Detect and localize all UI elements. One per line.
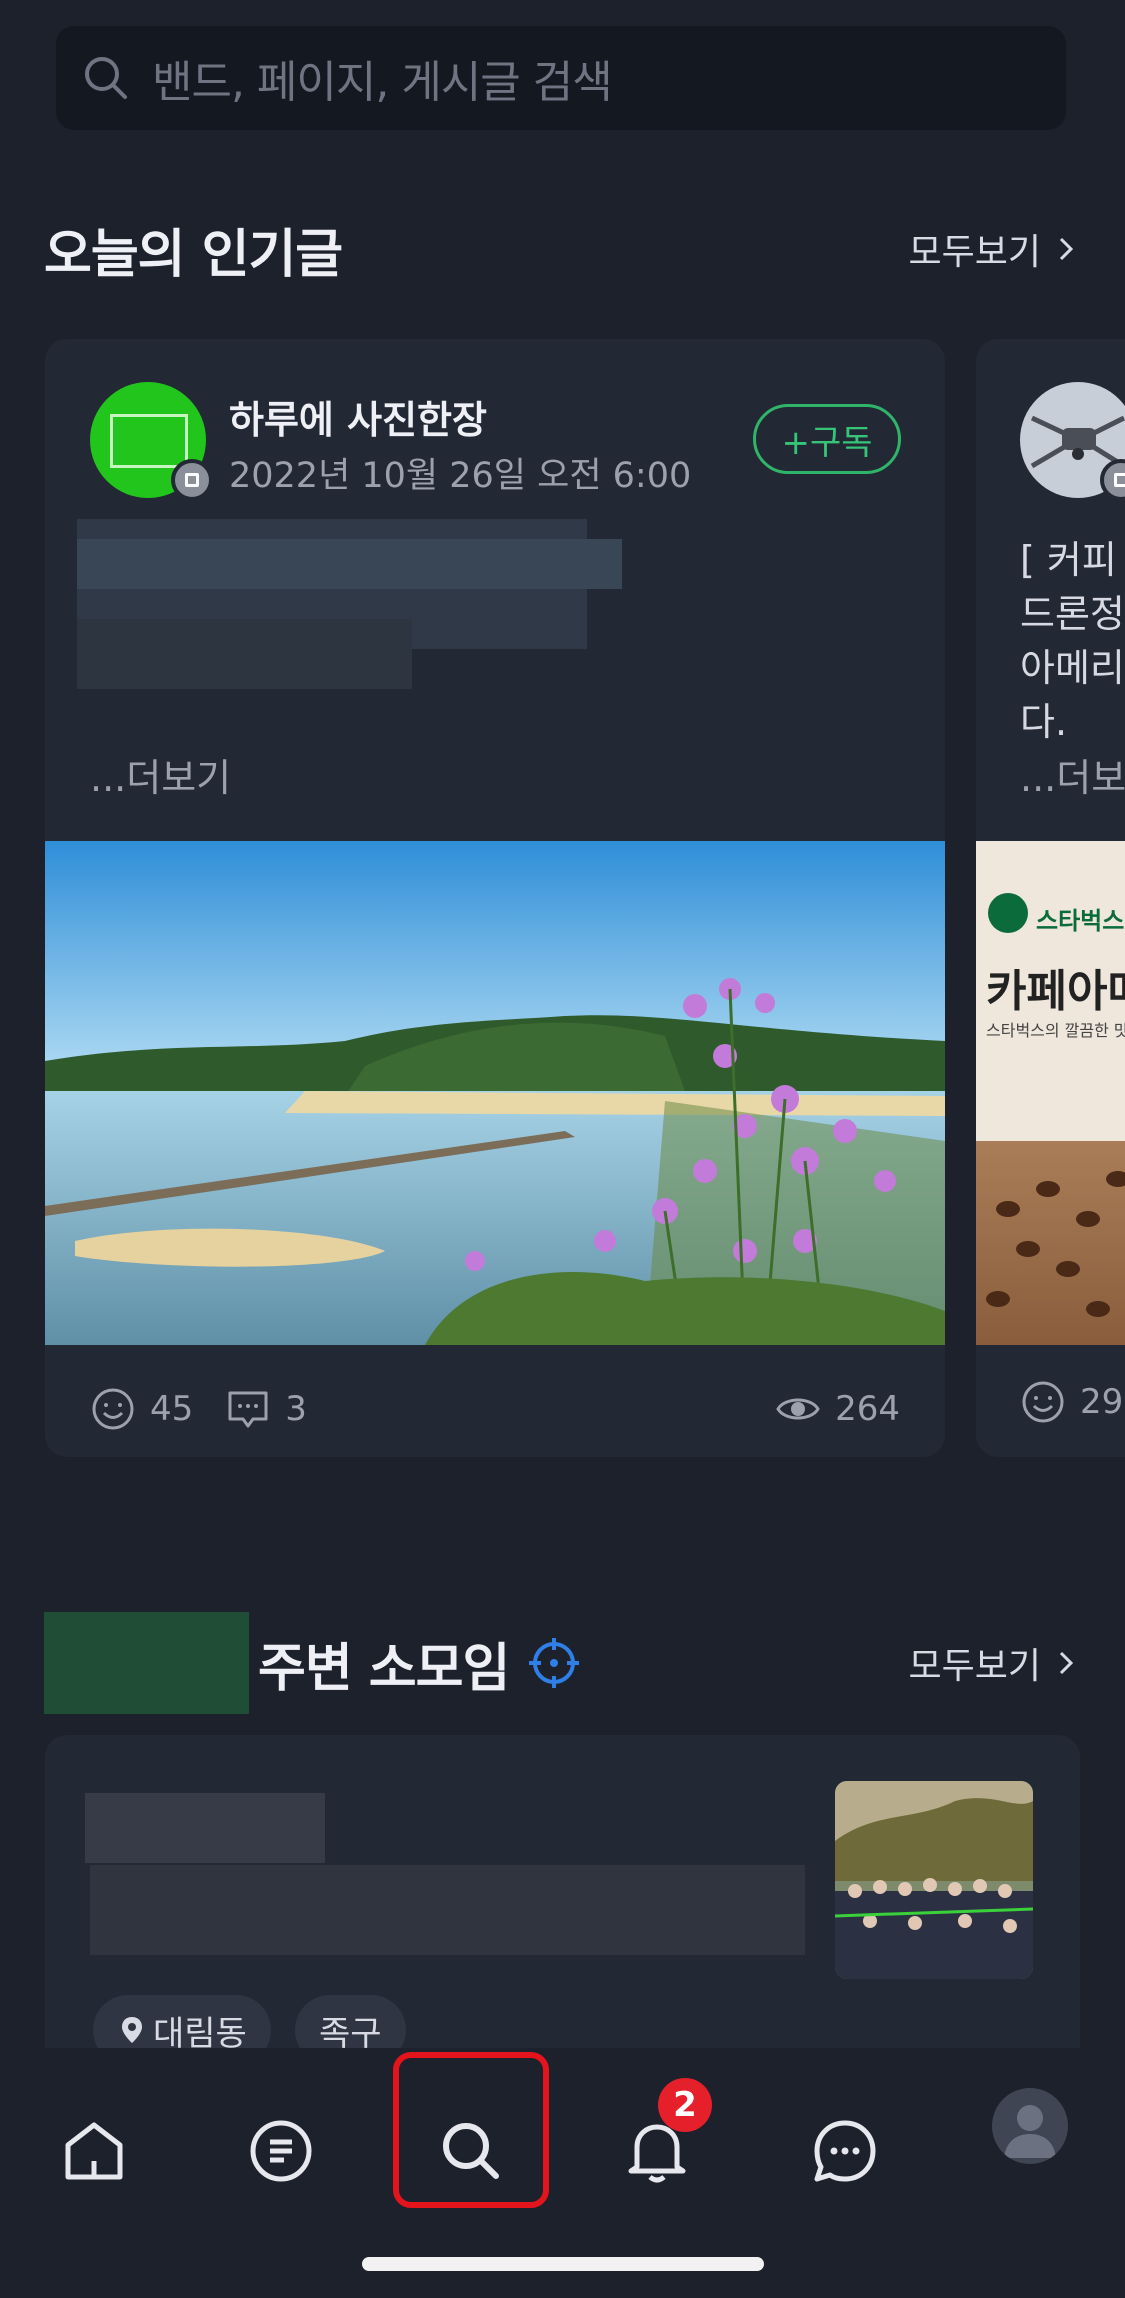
home-icon xyxy=(65,2122,123,2180)
peek-like-count: 29 xyxy=(1080,1382,1124,1422)
group-photo[interactable] xyxy=(835,1781,1033,1979)
popular-section-header: 오늘의 인기글 모두보기 xyxy=(44,214,1081,285)
notification-badge: 2 xyxy=(658,2078,712,2132)
popular-section-title: 오늘의 인기글 xyxy=(44,224,343,285)
nearby-section-header: 주변 소모임 모두보기 xyxy=(258,1628,1081,1699)
popular-post-card[interactable]: 하루에 사진한장 2022년 10월 26일 오전 6:00 +구독 ...더보… xyxy=(45,339,945,1457)
peek-text-line: [ 커피 xyxy=(1020,538,1117,582)
comment-count: 3 xyxy=(285,1389,307,1429)
blurred-post-text xyxy=(77,619,412,689)
smile-icon[interactable] xyxy=(1020,1379,1066,1425)
location-pin-icon xyxy=(122,2017,142,2043)
search-icon xyxy=(85,57,127,99)
blurred-group-name xyxy=(85,1793,325,1863)
tab-search[interactable] xyxy=(416,2096,526,2206)
see-all-label: 모두보기 xyxy=(908,1646,1041,1687)
post-photo[interactable] xyxy=(45,841,945,1345)
blurred-post-text xyxy=(77,539,622,589)
comment-icon[interactable] xyxy=(225,1386,271,1432)
view-count: 264 xyxy=(835,1389,900,1429)
home-indicator xyxy=(362,2257,764,2271)
search-bar[interactable]: 밴드, 페이지, 게시글 검색 xyxy=(56,26,1066,130)
peek-text-line: 다. xyxy=(1020,700,1068,744)
blurred-location-text xyxy=(44,1612,249,1714)
like-count: 45 xyxy=(150,1389,194,1429)
post-more-link[interactable]: ...더보기 xyxy=(90,747,231,802)
view-count-group: 264 xyxy=(775,1386,900,1432)
post-date: 2022년 10월 26일 오전 6:00 xyxy=(229,456,692,496)
blurred-group-desc xyxy=(90,1865,805,1955)
tab-feed[interactable] xyxy=(226,2096,336,2206)
peek-ad-photo[interactable]: 스타벅스 카페아메 스타벅스의 깔끔한 맛을 ㅈ xyxy=(976,841,1125,1345)
location-target-icon[interactable] xyxy=(527,1636,581,1690)
coffee-beans-image xyxy=(976,1141,1125,1345)
chevron-right-icon xyxy=(1059,1651,1074,1675)
post-stats: 45 3 264 xyxy=(90,1379,900,1439)
smile-icon[interactable] xyxy=(90,1386,136,1432)
peek-text-line: 아메리 xyxy=(1020,646,1125,690)
starbucks-logo xyxy=(988,893,1028,933)
search-placeholder: 밴드, 페이지, 게시글 검색 xyxy=(152,57,613,108)
nearby-section-title: 주변 소모임 xyxy=(258,1638,510,1699)
feed-icon xyxy=(250,2120,312,2182)
peek-text-line: 드론정 xyxy=(1020,592,1125,636)
tab-profile[interactable] xyxy=(992,2088,1068,2164)
eye-icon xyxy=(776,1398,820,1420)
page-badge-icon xyxy=(171,459,213,501)
see-all-label: 모두보기 xyxy=(908,232,1041,273)
ad-tagline: 스타벅스의 깔끔한 맛을 ㅈ xyxy=(986,1021,1125,1040)
ad-headline: 카페아메 xyxy=(986,966,1125,1017)
popular-see-all-button[interactable]: 모두보기 xyxy=(909,223,1081,275)
peek-stats: 29 xyxy=(1020,1379,1123,1425)
peek-more-link[interactable]: ...더보 xyxy=(1020,747,1125,802)
tab-home[interactable] xyxy=(39,2096,149,2206)
tab-chat[interactable] xyxy=(790,2096,900,2206)
ad-brand: 스타벅스 xyxy=(1036,907,1125,935)
search-icon xyxy=(443,2123,499,2179)
nearby-see-all-button[interactable]: 모두보기 xyxy=(909,1637,1081,1689)
post-author[interactable]: 하루에 사진한장 xyxy=(229,389,487,444)
chevron-right-icon xyxy=(1059,237,1074,261)
nearby-group-card[interactable]: 대림동 족구 xyxy=(45,1735,1080,2065)
profile-icon xyxy=(1004,2105,1056,2158)
subscribe-button[interactable]: +구독 xyxy=(753,404,901,474)
chat-icon xyxy=(814,2120,876,2182)
popular-post-card-next[interactable]: [ 커피 드론정 아메리 다. ...더보 스타벅스 카페아메 스타벅스의 깔끔… xyxy=(976,339,1125,1457)
